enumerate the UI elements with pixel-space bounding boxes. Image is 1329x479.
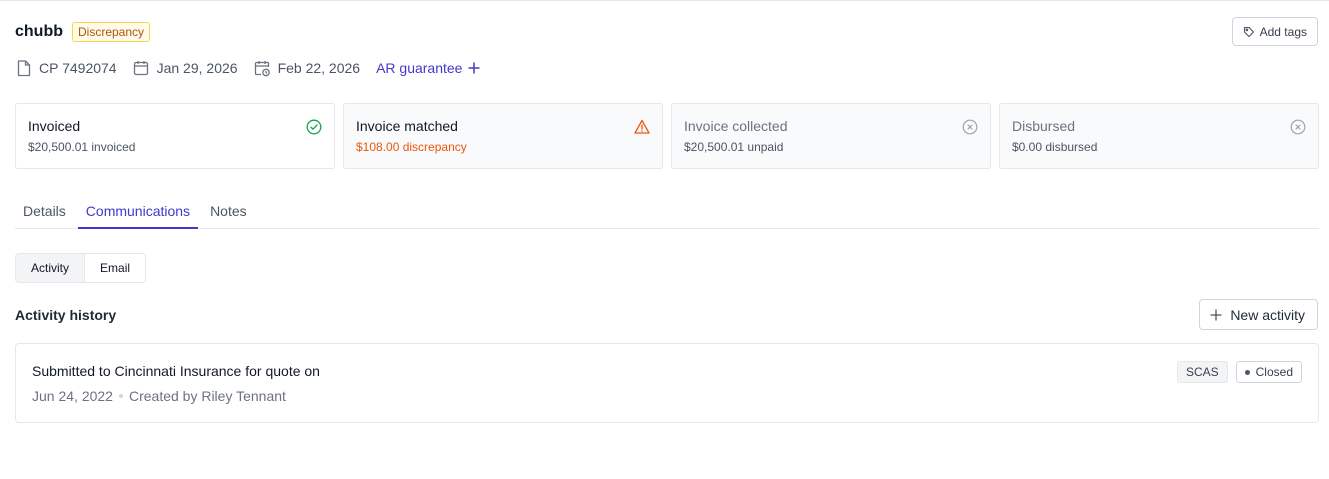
ar-guarantee-link[interactable]: AR guarantee — [376, 60, 480, 76]
add-tags-label: Add tags — [1259, 24, 1307, 39]
check-circle-icon — [306, 119, 322, 135]
card-subtitle: $20,500.01 unpaid — [684, 140, 784, 154]
card-subtitle: $20,500.01 invoiced — [28, 140, 136, 154]
new-activity-button[interactable]: New activity — [1199, 299, 1318, 330]
due-date-text: Feb 22, 2026 — [277, 60, 361, 76]
status-badge: Discrepancy — [72, 22, 151, 42]
status-dot-icon — [1244, 369, 1250, 375]
activity-tags: SCAS Closed — [1176, 361, 1302, 383]
tab-details[interactable]: Details — [15, 195, 74, 229]
company-name: chubb — [15, 23, 63, 40]
document-icon — [15, 59, 32, 77]
ar-guarantee-label: AR guarantee — [376, 60, 463, 76]
plus-icon — [1210, 309, 1222, 321]
separator-dot — [118, 394, 123, 398]
tab-bar: Details Communications Notes — [15, 195, 1319, 229]
tag-icon — [1243, 26, 1255, 38]
new-activity-label: New activity — [1230, 306, 1305, 323]
x-circle-icon — [1290, 119, 1306, 135]
activity-email-toggle: Activity Email — [15, 253, 147, 283]
segment-activity[interactable]: Activity — [16, 254, 86, 282]
x-circle-icon — [962, 119, 978, 135]
activity-tag: SCAS — [1176, 361, 1228, 383]
tab-notes[interactable]: Notes — [202, 195, 255, 229]
progress-cards: Invoiced $20,500.01 invoiced Invoice mat… — [15, 103, 1319, 169]
segment-email[interactable]: Email — [85, 254, 146, 282]
card-invoice-collected[interactable]: Invoice collected $20,500.01 unpaid — [671, 103, 991, 169]
list-item[interactable]: Submitted to Cincinnati Insurance for qu… — [15, 343, 1319, 423]
start-date-text: Jan 29, 2026 — [156, 60, 238, 76]
card-disbursed[interactable]: Disbursed $0.00 disbursed — [999, 103, 1319, 169]
card-invoiced[interactable]: Invoiced $20,500.01 invoiced — [15, 103, 335, 169]
policy-number: CP 7492074 — [15, 59, 117, 77]
calendar-icon — [133, 60, 150, 77]
add-tags-button[interactable]: Add tags — [1231, 17, 1318, 46]
card-title: Invoice matched — [356, 118, 458, 134]
tab-communications[interactable]: Communications — [77, 195, 199, 229]
activity-title: Submitted to Cincinnati Insurance for qu… — [32, 363, 320, 379]
warning-triangle-icon — [634, 119, 650, 134]
card-subtitle: $108.00 discrepancy — [356, 140, 467, 154]
card-title: Invoice collected — [684, 118, 788, 134]
plus-icon — [468, 62, 480, 74]
record-header: chubb Discrepancy — [15, 22, 151, 42]
activity-meta: Jun 24, 2022 Created by Riley Tennant — [32, 388, 286, 404]
card-subtitle: $0.00 disbursed — [1012, 140, 1098, 154]
start-date: Jan 29, 2026 — [133, 60, 238, 77]
status-label: Closed — [1255, 365, 1293, 379]
status-badge: Closed — [1235, 361, 1302, 383]
calendar-clock-icon — [254, 60, 271, 77]
activity-author: Created by Riley Tennant — [128, 388, 286, 404]
due-date: Feb 22, 2026 — [254, 60, 361, 77]
card-title: Invoiced — [28, 118, 81, 134]
activity-date: Jun 24, 2022 — [32, 388, 113, 404]
card-invoice-matched[interactable]: Invoice matched $108.00 discrepancy — [343, 103, 663, 169]
card-title: Disbursed — [1012, 118, 1076, 134]
policy-number-text: CP 7492074 — [39, 60, 117, 76]
top-divider — [0, 0, 1329, 1]
section-title: Activity history — [15, 307, 117, 323]
meta-row: CP 7492074 Jan 29, 2026 Feb 22, 2026 AR … — [15, 58, 480, 78]
